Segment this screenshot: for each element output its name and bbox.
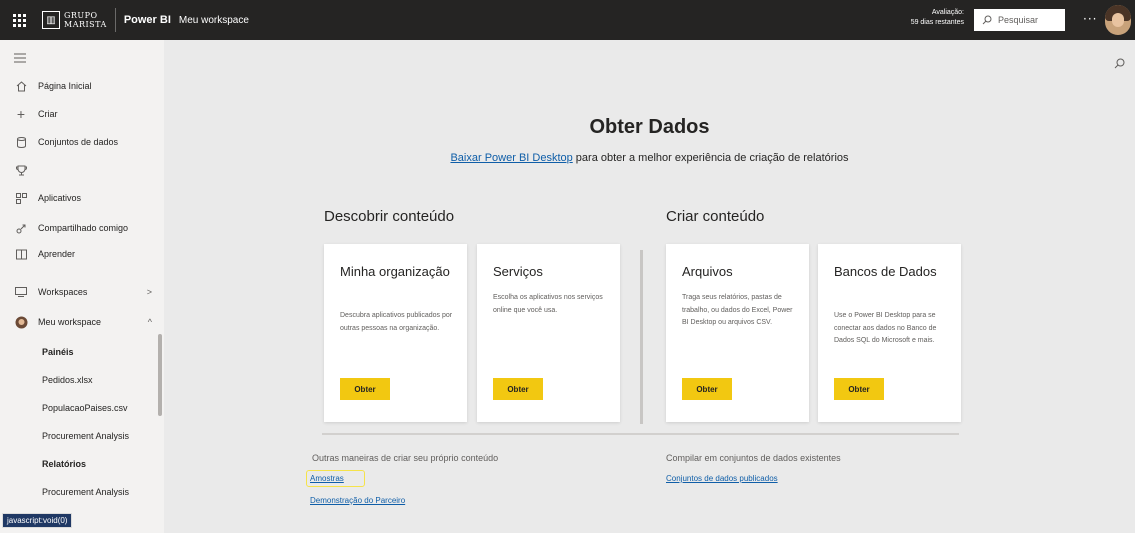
product-name[interactable]: Power BI: [124, 14, 171, 26]
nav-item-home[interactable]: Página Inicial: [0, 74, 164, 98]
app-launcher-button[interactable]: [4, 0, 34, 40]
create-heading: Criar conteúdo: [666, 208, 765, 225]
trophy-icon: [14, 163, 28, 177]
card-description: Escolha os aplicativos nos serviços onli…: [493, 294, 603, 314]
user-avatar[interactable]: [1105, 5, 1131, 35]
avatar-icon: [14, 315, 28, 329]
status-bar-url: javascript:void(0): [2, 513, 73, 528]
card-my-organization[interactable]: Minha organização Descubra aplicativos p…: [324, 244, 467, 422]
nav-item-label: Aplicativos: [38, 193, 82, 203]
nav-item-label: Conjuntos de dados: [38, 137, 119, 147]
card-title: Arquivos: [682, 264, 733, 279]
hamburger-icon: [14, 53, 26, 63]
compile-heading: Compilar em conjuntos de dados existente…: [666, 453, 841, 463]
chevron-right-icon: >: [146, 287, 152, 297]
samples-highlight-box: [306, 470, 365, 487]
published-datasets-link[interactable]: Conjuntos de dados publicados: [666, 474, 778, 483]
page-search-button[interactable]: [1114, 54, 1125, 73]
nav-item-label: Aprender: [38, 249, 76, 259]
nav-item-datasets[interactable]: Conjuntos de dados: [0, 130, 164, 154]
card-services[interactable]: Serviços Escolha os aplicativos nos serv…: [477, 244, 620, 422]
other-ways-heading: Outras maneiras de criar seu próprio con…: [312, 453, 499, 463]
trial-label: Avaliação:: [931, 9, 964, 16]
sidebar-scrollbar[interactable]: [158, 334, 162, 416]
get-button[interactable]: Obter: [340, 378, 390, 400]
nav-item-label: Página Inicial: [38, 81, 92, 91]
nav-item-my-workspace[interactable]: Meu workspace ^: [0, 310, 164, 334]
nav-item-goals[interactable]: [0, 158, 164, 182]
org-logo[interactable]: ▥ GRUPO MARISTA: [42, 0, 107, 40]
partner-demo-link[interactable]: Demonstração do Parceiro: [310, 496, 405, 505]
get-button[interactable]: Obter: [493, 378, 543, 400]
trial-days: 59 dias restantes: [910, 19, 964, 26]
nav-item-label: Workspaces: [38, 287, 88, 297]
nav-item-workspaces[interactable]: Workspaces >: [0, 280, 164, 304]
logo-line2: MARISTA: [64, 20, 107, 29]
database-icon: [14, 135, 28, 149]
search-placeholder: Pesquisar: [998, 15, 1039, 25]
plus-icon: +: [16, 106, 26, 122]
logo-mark-icon: ▥: [42, 11, 60, 29]
nav-item-create[interactable]: + Criar: [0, 102, 164, 126]
workspaces-icon: [14, 285, 28, 299]
search-icon: [1114, 58, 1125, 69]
card-description: Descubra aplicativos publicados por outr…: [340, 312, 453, 332]
shared-icon: [14, 221, 28, 235]
get-button[interactable]: Obter: [682, 378, 732, 400]
nav-collapse-button[interactable]: [0, 46, 164, 70]
nav-sub-item[interactable]: Procurement Analysis: [0, 424, 160, 448]
card-description: Traga seus relatórios, pastas de trabalh…: [682, 294, 793, 326]
logo-line1: GRUPO: [64, 11, 98, 20]
left-nav: Página Inicial + Criar Conjuntos de dado…: [0, 40, 164, 533]
topbar-divider: [114, 8, 116, 32]
card-title: Bancos de Dados: [834, 264, 937, 279]
nav-sub-dashboards-header[interactable]: Painéis: [0, 340, 160, 364]
nav-item-shared[interactable]: Compartilhado comigo: [0, 216, 164, 240]
logo-text: GRUPO MARISTA: [64, 11, 107, 29]
main-content: Obter Dados Baixar Power BI Desktop para…: [164, 40, 1135, 533]
card-title: Minha organização: [340, 264, 450, 279]
nav-sub-item[interactable]: Procurement Analysis: [0, 480, 160, 504]
nav-item-apps[interactable]: Aplicativos: [0, 186, 164, 210]
top-bar: ▥ GRUPO MARISTA Power BI Meu workspace A…: [0, 0, 1135, 40]
page-title: Obter Dados: [589, 116, 710, 138]
card-files[interactable]: Arquivos Traga seus relatórios, pastas d…: [666, 244, 809, 422]
top-search-box[interactable]: Pesquisar: [974, 9, 1065, 31]
apps-icon: [14, 191, 28, 205]
nav-sub-item[interactable]: PopulacaoPaises.csv: [0, 396, 160, 420]
nav-sub-reports-header[interactable]: Relatórios: [0, 452, 160, 476]
card-title: Serviços: [493, 264, 543, 279]
nav-item-label: Compartilhado comigo: [38, 223, 129, 233]
breadcrumb[interactable]: Meu workspace: [179, 15, 249, 26]
avatar-face: [1112, 13, 1124, 27]
chevron-up-icon: ^: [147, 317, 152, 327]
nav-item-learn[interactable]: Aprender: [0, 242, 164, 266]
nav-item-label: Criar: [38, 109, 58, 119]
discover-heading: Descobrir conteúdo: [324, 208, 455, 225]
trial-status[interactable]: Avaliação: 59 dias restantes: [900, 8, 964, 28]
download-desktop-link[interactable]: Baixar Power BI Desktop: [450, 152, 572, 164]
more-options-icon[interactable]: ···: [1083, 12, 1097, 26]
card-databases[interactable]: Bancos de Dados Use o Power BI Desktop p…: [818, 244, 961, 422]
search-icon: [982, 15, 992, 25]
home-icon: [14, 79, 28, 93]
horizontal-divider: [322, 433, 959, 435]
card-description: Use o Power BI Desktop para se conectar …: [834, 312, 937, 344]
nav-item-label: Meu workspace: [38, 317, 102, 327]
page-subtitle: Baixar Power BI Desktop para obter a mel…: [164, 152, 1135, 164]
get-button[interactable]: Obter: [834, 378, 884, 400]
book-icon: [14, 247, 28, 261]
section-divider: [640, 250, 643, 424]
subtitle-text: para obter a melhor experiência de criaç…: [572, 152, 849, 164]
waffle-icon: [12, 13, 26, 27]
nav-sub-item[interactable]: Pedidos.xlsx: [0, 368, 160, 392]
